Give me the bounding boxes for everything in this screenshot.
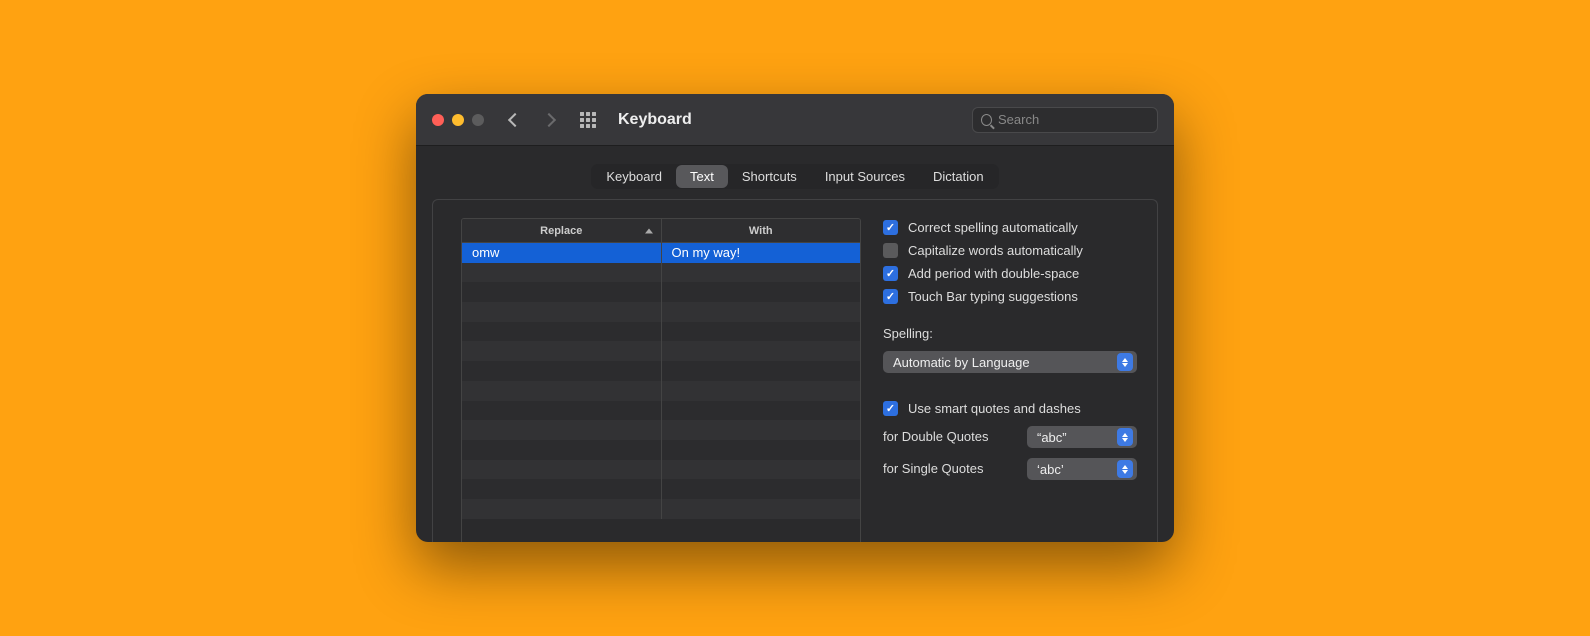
single-quotes-label: for Single Quotes (883, 461, 983, 476)
spelling-label: Spelling: (883, 326, 1137, 341)
table-body: omwOn my way! (462, 243, 860, 542)
zoom-window-button[interactable] (472, 114, 484, 126)
checkbox-icon (883, 243, 898, 258)
table-row-empty (462, 479, 860, 499)
table-row-empty (462, 282, 860, 302)
capitalize-checkbox[interactable]: Capitalize words automatically (883, 243, 1137, 258)
table-row-empty (462, 322, 860, 342)
correct-spelling-checkbox[interactable]: ✓ Correct spelling automatically (883, 220, 1137, 235)
show-all-icon[interactable] (580, 112, 596, 128)
nav-arrows (510, 115, 554, 125)
tab-text[interactable]: Text (676, 165, 728, 188)
dropdown-stepper-icon (1117, 428, 1133, 446)
double-space-checkbox[interactable]: ✓ Add period with double-space (883, 266, 1137, 281)
search-input[interactable] (998, 112, 1149, 127)
text-panel: Replace With omwOn my way! ✓ Correct spe… (432, 199, 1158, 542)
tab-shortcuts[interactable]: Shortcuts (728, 165, 811, 188)
preferences-window: Keyboard KeyboardTextShortcutsInput Sour… (416, 94, 1174, 542)
tabs: KeyboardTextShortcutsInput SourcesDictat… (591, 164, 998, 189)
table-row-empty (462, 361, 860, 381)
table-row-empty (462, 499, 860, 519)
forward-button[interactable] (542, 112, 556, 126)
table-row-empty (462, 263, 860, 283)
table-row-empty (462, 440, 860, 460)
sort-ascending-icon (645, 228, 653, 233)
table-row-empty (462, 341, 860, 361)
double-quotes-select[interactable]: “abc” (1027, 426, 1137, 448)
tabbar: KeyboardTextShortcutsInput SourcesDictat… (432, 164, 1158, 189)
column-with[interactable]: With (662, 219, 861, 242)
column-replace[interactable]: Replace (462, 219, 662, 242)
checkbox-icon: ✓ (883, 401, 898, 416)
single-quotes-row: for Single Quotes ‘abc’ (883, 456, 1137, 480)
tab-keyboard[interactable]: Keyboard (592, 165, 676, 188)
table-row[interactable]: omwOn my way! (462, 243, 860, 263)
titlebar: Keyboard (416, 94, 1174, 146)
tab-dictation[interactable]: Dictation (919, 165, 998, 188)
replacements-table: Replace With omwOn my way! (461, 218, 861, 542)
window-controls (432, 114, 484, 126)
spelling-select[interactable]: Automatic by Language (883, 351, 1137, 373)
search-field[interactable] (972, 107, 1158, 133)
checkbox-icon: ✓ (883, 266, 898, 281)
table-row-empty (462, 401, 860, 421)
cell-with[interactable]: On my way! (662, 243, 861, 263)
table-header: Replace With (462, 219, 860, 243)
checkbox-icon: ✓ (883, 220, 898, 235)
options-column: ✓ Correct spelling automatically Capital… (883, 218, 1137, 542)
window-body: KeyboardTextShortcutsInput SourcesDictat… (416, 146, 1174, 542)
minimize-window-button[interactable] (452, 114, 464, 126)
dropdown-stepper-icon (1117, 460, 1133, 478)
table-row-empty (462, 460, 860, 480)
table-row-empty (462, 381, 860, 401)
back-button[interactable] (508, 112, 522, 126)
search-icon (981, 114, 992, 126)
window-title: Keyboard (618, 111, 964, 129)
double-quotes-row: for Double Quotes “abc” (883, 424, 1137, 448)
close-window-button[interactable] (432, 114, 444, 126)
table-row-empty (462, 420, 860, 440)
dropdown-stepper-icon (1117, 353, 1133, 371)
checkbox-icon: ✓ (883, 289, 898, 304)
double-quotes-label: for Double Quotes (883, 429, 989, 444)
tab-input-sources[interactable]: Input Sources (811, 165, 919, 188)
smart-quotes-checkbox[interactable]: ✓ Use smart quotes and dashes (883, 401, 1137, 416)
touchbar-checkbox[interactable]: ✓ Touch Bar typing suggestions (883, 289, 1137, 304)
table-row-empty (462, 302, 860, 322)
single-quotes-select[interactable]: ‘abc’ (1027, 458, 1137, 480)
cell-replace[interactable]: omw (462, 243, 662, 263)
